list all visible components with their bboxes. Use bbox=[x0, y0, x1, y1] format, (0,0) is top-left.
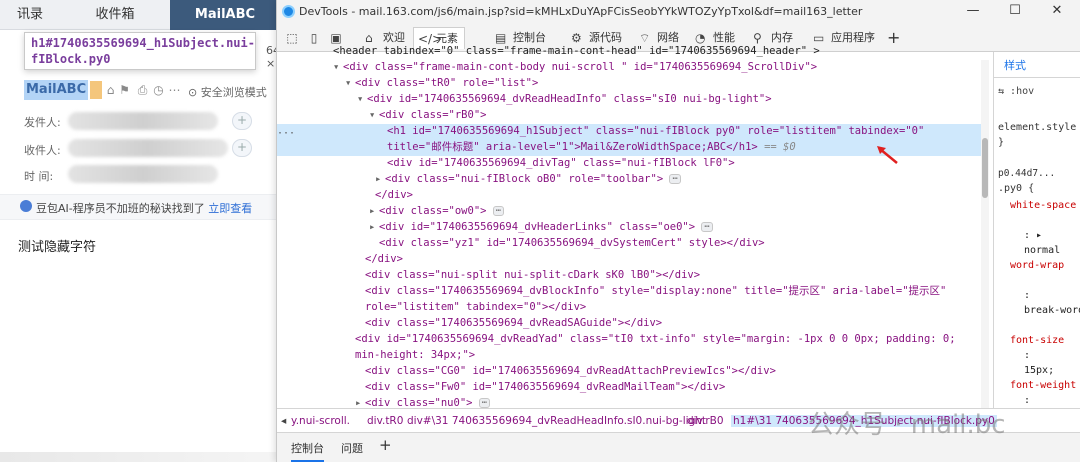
elements-tree: <header tabindex="0" class="frame-main-c… bbox=[277, 44, 989, 408]
tab-contacts[interactable]: 讯录 bbox=[0, 0, 60, 30]
to-label: 收件人: bbox=[24, 144, 61, 157]
dom-line[interactable]: ▸ <div class="nui-fIBlock oB0" role="tool… bbox=[277, 172, 989, 188]
close-icon[interactable]: ✕ bbox=[1037, 3, 1077, 18]
css-prop[interactable]: font-size bbox=[1010, 333, 1064, 348]
css-prop[interactable]: word-wrap bbox=[1010, 258, 1064, 273]
dom-line[interactable]: <div class="1740635569694_dvReadSAGuide"… bbox=[277, 316, 989, 332]
elements-scrollbar-thumb[interactable] bbox=[982, 138, 988, 198]
device-icon[interactable]: ▯ bbox=[307, 31, 321, 45]
mail-body-text: 测试隐藏字符 bbox=[18, 240, 97, 255]
breadcrumb-item[interactable]: div#\31 740635569694_dvReadHeadInfo.sI0.… bbox=[407, 415, 706, 427]
filter-icon: ⇆ bbox=[998, 86, 1011, 97]
dom-line[interactable]: </div> bbox=[277, 252, 989, 268]
styles-filter[interactable]: ⇆ :hov bbox=[998, 84, 1034, 99]
print-icon[interactable]: ⎙ bbox=[136, 84, 149, 97]
maximize-icon[interactable]: ☐ bbox=[995, 3, 1035, 18]
more-icon[interactable]: ⋯ bbox=[168, 84, 181, 97]
drawer-tab-issues[interactable]: 问题 bbox=[341, 440, 363, 456]
css-colon: : bbox=[1024, 290, 1031, 301]
devtools-titlebar: DevTools - mail.163.com/js6/main.jsp?sid… bbox=[277, 0, 1080, 24]
flag-icon[interactable]: ⚑ bbox=[118, 84, 131, 97]
stylesheet-source[interactable]: p0.44d7... bbox=[998, 166, 1055, 181]
mail-subject-highlight[interactable]: MailABC bbox=[24, 80, 89, 100]
breadcrumb-item[interactable]: y.nui-scroll. bbox=[291, 415, 350, 427]
drawer-add-plus-icon[interactable]: + bbox=[379, 436, 392, 454]
dom-line[interactable]: <div class="Fw0" id="1740635569694_dvRea… bbox=[277, 380, 989, 396]
dom-line[interactable]: <div class="CG0" id="1740635569694_dvRea… bbox=[277, 364, 989, 380]
tab-mailabc[interactable]: MailABC bbox=[170, 0, 280, 30]
safe-browsing-toggle[interactable]: ⊙ 安全浏览模式 bbox=[188, 84, 267, 100]
breadcrumb-item[interactable]: div.rB0 bbox=[687, 415, 724, 427]
inspect-tooltip: h1#1740635569694_h1Subject.nui-fIBlock.p… bbox=[24, 32, 256, 70]
safe-browsing-label: 安全浏览模式 bbox=[200, 86, 267, 99]
dom-line[interactable]: </div> bbox=[277, 188, 989, 204]
css-prop[interactable]: white-space bbox=[1010, 198, 1076, 213]
drawer-tab-console[interactable]: 控制台 bbox=[291, 440, 324, 462]
time-value-blurred bbox=[68, 165, 218, 183]
safe-browsing-icon: ⊙ bbox=[188, 86, 201, 99]
css-value[interactable]: normal bbox=[1024, 243, 1060, 258]
mail-tab-bar: 讯录 收件箱 MailABC bbox=[0, 0, 280, 30]
dom-line[interactable]: ▾ <div class="rB0"> bbox=[277, 108, 989, 124]
ad-link[interactable]: 立即查看 bbox=[208, 202, 252, 215]
dom-line[interactable]: ▸ <div class="ow0"> ⋯ bbox=[277, 204, 989, 220]
plus-icon: + bbox=[237, 113, 248, 127]
css-value[interactable]: 15px; bbox=[1024, 363, 1054, 378]
dom-line[interactable]: <div id="1740635569694_dvReadYad" class=… bbox=[277, 332, 989, 364]
css-prop[interactable]: font-weight bbox=[1010, 378, 1076, 393]
to-value-blurred bbox=[68, 139, 228, 157]
selected-line-ellipsis[interactable]: ··· bbox=[277, 128, 295, 139]
clock-icon[interactable]: ◷ bbox=[152, 84, 165, 97]
elements-scrollbar[interactable] bbox=[981, 60, 989, 408]
rule-close: } bbox=[998, 137, 1005, 148]
css-colon: : bbox=[1024, 350, 1031, 361]
watermark: 公众号 · mail.bc bbox=[808, 410, 1006, 440]
plus-icon: + bbox=[237, 140, 248, 154]
time-label: 时 间: bbox=[24, 170, 54, 183]
tab-inbox[interactable]: 收件箱 bbox=[60, 0, 170, 30]
dom-line[interactable]: <div class="nui-split nui-split-cDark sK… bbox=[277, 268, 989, 284]
annotation-arrow-icon bbox=[877, 146, 898, 164]
dom-line[interactable]: <div class="1740635569694_dvBlockInfo" s… bbox=[277, 284, 989, 316]
breadcrumb-item[interactable]: div.tR0 bbox=[367, 415, 403, 427]
css-colon: : ▸ bbox=[1024, 230, 1043, 241]
edge-logo-icon bbox=[282, 5, 295, 18]
dom-line[interactable]: ▾ <div class="frame-main-cont-body nui-sc… bbox=[277, 60, 989, 76]
panel-icon[interactable]: ▣ bbox=[329, 31, 343, 45]
dom-line[interactable]: ▾ <div id="1740635569694_dvReadHeadInfo" … bbox=[277, 92, 989, 108]
ad-text: 豆包AI-程序员不加班的秘诀找到了 立即查看 bbox=[36, 202, 253, 215]
devtools-window: DevTools - mail.163.com/js6/main.jsp?sid… bbox=[276, 0, 1080, 462]
breadcrumb-scroll-left-icon[interactable]: ◂ bbox=[281, 415, 286, 427]
tag-icon[interactable]: ⌂ bbox=[104, 84, 117, 97]
zero-width-highlight bbox=[90, 81, 102, 99]
element-style-rule: element.style { bbox=[998, 122, 1080, 133]
minimize-icon[interactable]: — bbox=[953, 3, 993, 18]
css-colon: : bbox=[1024, 395, 1031, 406]
inspect-icon[interactable]: ⬚ bbox=[285, 31, 299, 45]
mail-footer-blurred bbox=[0, 452, 280, 462]
ai-assistant-icon bbox=[20, 200, 32, 212]
styles-pane: 样式 ⇆ :hov element.style { } p0.44d7... .… bbox=[993, 52, 1080, 408]
mail-client-pane: 讯录 收件箱 MailABC h1#1740635569694_h1Subjec… bbox=[0, 0, 280, 462]
devtools-title: DevTools - mail.163.com/js6/main.jsp?sid… bbox=[299, 5, 863, 18]
py0-rule-selector: .py0 { bbox=[998, 183, 1035, 194]
dom-line[interactable]: <header tabindex="0" class="frame-main-c… bbox=[277, 44, 989, 60]
from-label: 发件人: bbox=[24, 116, 61, 129]
tab-styles[interactable]: 样式 bbox=[994, 52, 1080, 78]
dom-line[interactable]: <div class="yz1" id="1740635569694_dvSys… bbox=[277, 236, 989, 252]
from-value-blurred bbox=[68, 112, 218, 130]
dom-line[interactable]: ▸ <div id="1740635569694_dvHeaderLinks" c… bbox=[277, 220, 989, 236]
css-value[interactable]: break-word; bbox=[1024, 303, 1080, 318]
dom-line[interactable]: ▾ <div class="tR0" role="list"> bbox=[277, 76, 989, 92]
